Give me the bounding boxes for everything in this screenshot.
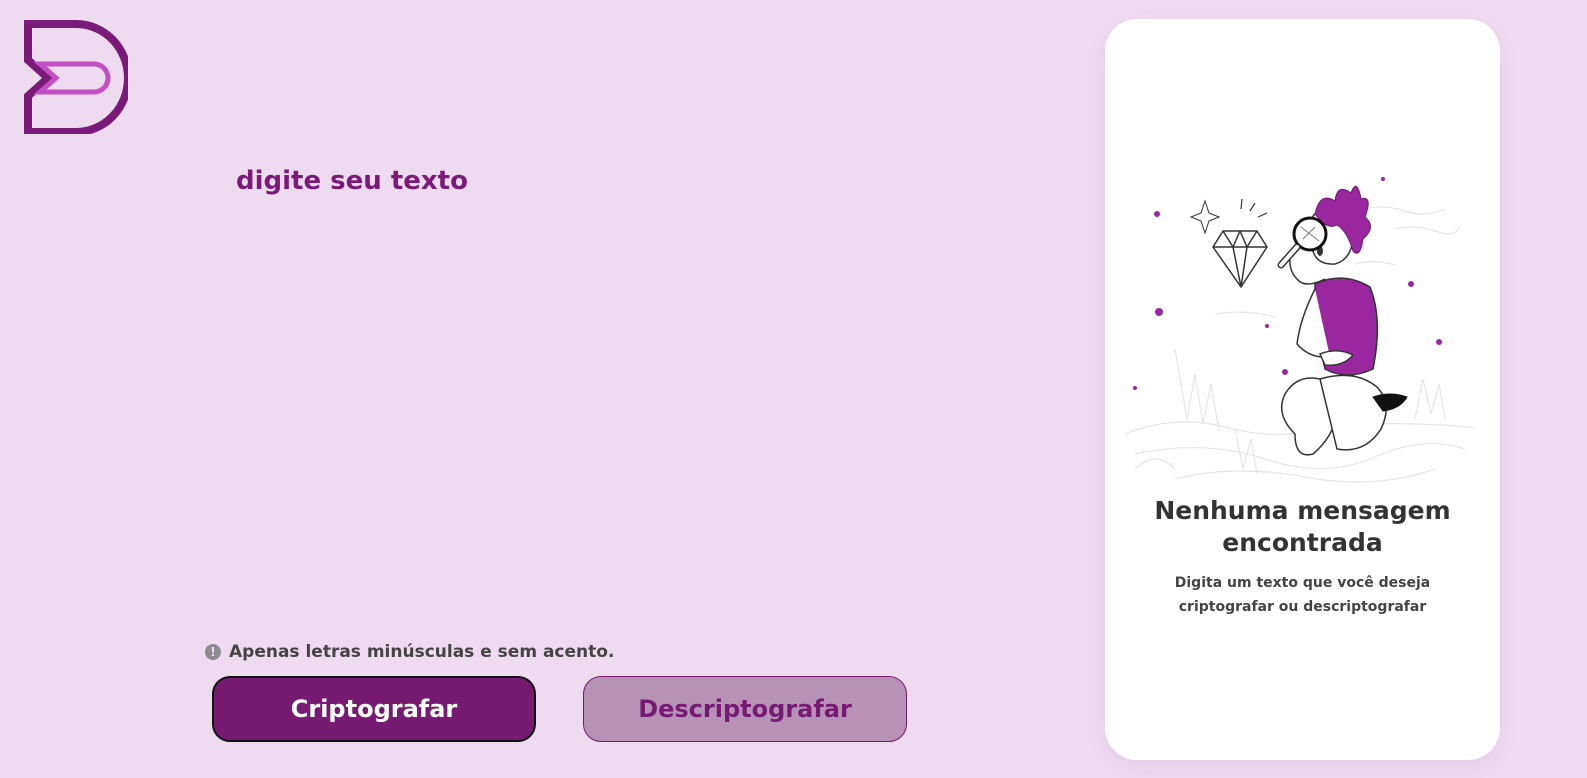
person-with-magnifier-diamond-illustration	[1124, 177, 1476, 483]
info-circle-icon: !	[205, 644, 221, 660]
empty-state-title: Nenhuma mensagem encontrada	[1154, 496, 1451, 557]
encrypt-button[interactable]: Criptografar	[212, 676, 536, 742]
empty-state-description: Digita um texto que você deseja criptogr…	[1174, 575, 1431, 615]
output-panel: Nenhuma mensagem encontrada Digita um te…	[1105, 19, 1500, 760]
input-hint: ! Apenas letras minúsculas e sem acento.	[205, 640, 614, 664]
decoder-d-logo-icon[interactable]	[24, 20, 128, 134]
hint-text: Apenas letras minúsculas e sem acento.	[229, 642, 615, 662]
message-input[interactable]	[232, 160, 1052, 600]
decrypt-button[interactable]: Descriptografar	[583, 676, 907, 742]
